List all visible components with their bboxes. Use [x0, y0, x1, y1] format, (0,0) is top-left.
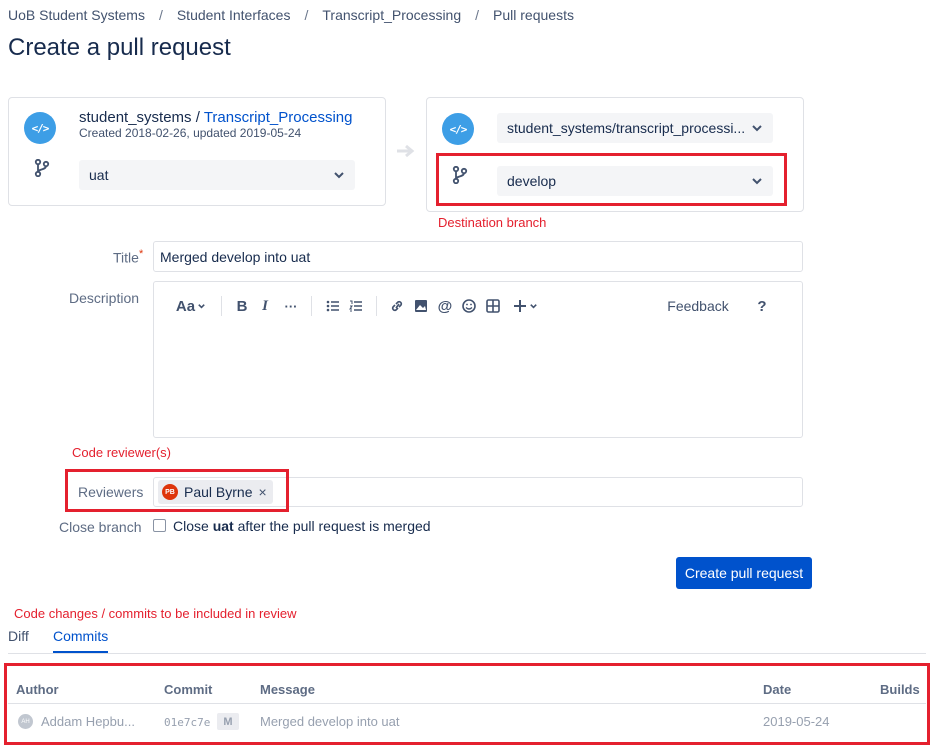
more-formatting-icon[interactable]: ···	[282, 295, 300, 317]
text-style-label: Aa	[175, 297, 196, 315]
page-title: Create a pull request	[8, 34, 231, 61]
title-label: Title*	[113, 248, 143, 266]
toolbar-divider	[376, 296, 377, 316]
mention-icon[interactable]: @	[437, 295, 453, 317]
tab-diff[interactable]: Diff	[8, 628, 29, 644]
close-branch-checkbox[interactable]	[153, 519, 166, 532]
breadcrumb-link-pull-requests[interactable]: Pull requests	[493, 7, 574, 23]
breadcrumb-separator: /	[475, 7, 480, 23]
close-branch-label: Close branch	[59, 519, 142, 535]
destination-repo-select[interactable]: student_systems/transcript_processi...	[497, 113, 773, 143]
repo-code-icon: </>	[24, 112, 56, 144]
description-editor[interactable]: Aa B I ··· @ Feedback ?	[153, 281, 803, 438]
chevron-down-icon	[529, 303, 537, 309]
destination-repo-value: student_systems/transcript_processi...	[507, 120, 746, 136]
title-input-value: Merged develop into uat	[160, 248, 311, 265]
repo-code-icon: </>	[442, 113, 474, 145]
breadcrumb-link-subproject[interactable]: Student Interfaces	[177, 7, 291, 23]
emoji-icon[interactable]	[461, 295, 477, 317]
chevron-down-icon	[334, 172, 344, 179]
repo-separator: /	[195, 109, 200, 126]
branch-icon	[34, 159, 50, 177]
toolbar-divider	[221, 296, 222, 316]
source-repo-card: </> student_systems / Transcript_Process…	[8, 97, 386, 206]
bold-icon[interactable]: B	[234, 295, 250, 317]
tabs-divider	[8, 653, 926, 654]
arrow-right-icon	[397, 144, 415, 158]
annotation-code-changes: Code changes / commits to be included in…	[14, 606, 297, 621]
source-project-name: student_systems	[79, 109, 192, 126]
chevron-down-icon	[198, 303, 205, 309]
source-repo-link[interactable]: Transcript_Processing	[204, 109, 353, 126]
create-pull-request-button[interactable]: Create pull request	[676, 557, 812, 589]
close-branch-suffix: after the pull request is merged	[237, 518, 431, 534]
annotation-box-commits	[4, 663, 930, 745]
source-branch-value: uat	[89, 167, 109, 183]
plus-icon	[513, 300, 526, 312]
breadcrumb-separator: /	[304, 7, 309, 23]
source-repo-name: student_systems / Transcript_Processing	[79, 109, 352, 126]
title-label-text: Title	[113, 249, 139, 266]
breadcrumb-link-project[interactable]: UoB Student Systems	[8, 7, 145, 23]
tab-commits[interactable]: Commits	[53, 628, 108, 644]
breadcrumb-separator: /	[158, 7, 163, 23]
annotation-box-reviewers	[65, 469, 289, 512]
breadcrumb-link-repo[interactable]: Transcript_Processing	[322, 7, 461, 23]
description-label: Description	[69, 290, 140, 306]
link-icon[interactable]	[390, 295, 404, 317]
title-input[interactable]: Merged develop into uat	[153, 241, 803, 272]
bullet-list-icon[interactable]	[326, 295, 340, 317]
image-icon[interactable]	[414, 295, 428, 317]
numbered-list-icon[interactable]	[349, 295, 363, 317]
help-button[interactable]: ?	[754, 295, 770, 317]
annotation-box-destination-branch	[436, 153, 787, 206]
italic-icon[interactable]: I	[258, 295, 272, 317]
annotation-code-reviewers: Code reviewer(s)	[72, 445, 171, 460]
close-branch-text: Close uat after the pull request is merg…	[173, 518, 431, 534]
close-branch-prefix: Close	[173, 518, 209, 534]
toolbar-divider	[311, 296, 312, 316]
annotation-destination-branch: Destination branch	[438, 215, 547, 230]
required-marker: *	[138, 248, 144, 260]
close-branch-name: uat	[212, 518, 234, 534]
source-repo-meta: Created 2018-02-26, updated 2019-05-24	[79, 126, 302, 140]
table-icon[interactable]	[486, 295, 500, 317]
feedback-button[interactable]: Feedback	[667, 295, 728, 317]
source-branch-select[interactable]: uat	[79, 160, 355, 190]
text-style-dropdown[interactable]: Aa	[174, 295, 208, 317]
insert-dropdown[interactable]	[510, 295, 540, 317]
breadcrumb: UoB Student Systems / Student Interfaces…	[8, 6, 574, 24]
chevron-down-icon	[752, 125, 762, 132]
